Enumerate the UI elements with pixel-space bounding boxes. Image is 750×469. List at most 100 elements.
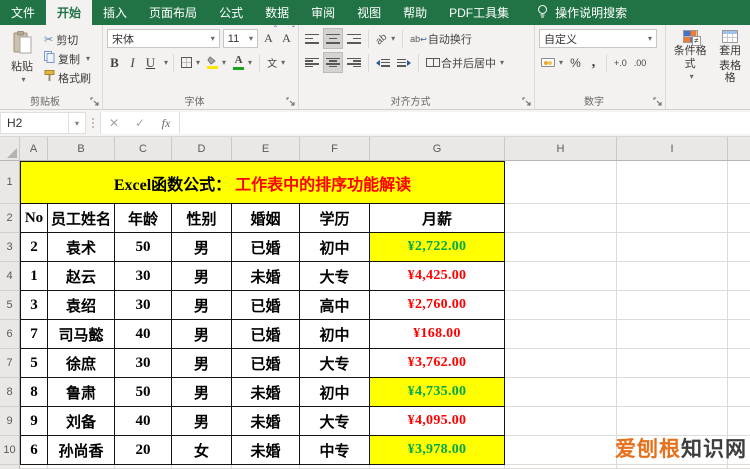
cell-education[interactable]: 初中 — [300, 233, 370, 262]
increase-indent-button[interactable] — [395, 53, 413, 72]
column-header-e[interactable]: E — [232, 137, 300, 160]
empty-cell[interactable] — [505, 233, 617, 262]
header-name[interactable]: 员工姓名 — [48, 204, 115, 233]
cell-no[interactable]: 9 — [20, 407, 48, 436]
cell-gender[interactable]: 女 — [172, 436, 232, 465]
decrease-decimal-button[interactable] — [632, 53, 649, 72]
phonetic-guide-button[interactable]: 文 ▾ — [265, 53, 287, 72]
cell-gender[interactable]: 男 — [172, 349, 232, 378]
tell-me-search[interactable]: 操作说明搜索 — [536, 0, 627, 25]
shrink-font-button[interactable]: A — [279, 24, 294, 48]
tab-file[interactable]: 文件 — [0, 0, 46, 25]
cell-marital[interactable]: 已婚 — [232, 349, 300, 378]
bold-button[interactable]: B — [107, 53, 122, 72]
align-left-button[interactable] — [303, 53, 321, 72]
column-header-h[interactable]: H — [505, 137, 617, 160]
column-header-g[interactable]: G — [370, 137, 505, 160]
conditional-formatting-button[interactable]: 条件格式 ▾ — [670, 29, 710, 86]
cell-age[interactable]: 20 — [115, 436, 172, 465]
empty-cell[interactable] — [617, 407, 728, 436]
empty-cell[interactable] — [617, 262, 728, 291]
header-marital[interactable]: 婚姻 — [232, 204, 300, 233]
cell-marital[interactable]: 未婚 — [232, 262, 300, 291]
cell-name[interactable]: 鲁肃 — [48, 378, 115, 407]
cell-education[interactable]: 高中 — [300, 291, 370, 320]
cell-salary[interactable]: ¥3,762.00 — [370, 349, 505, 378]
cell-salary[interactable]: ¥2,760.00 — [370, 291, 505, 320]
number-format-combobox[interactable]: 自定义 ▾ — [539, 29, 657, 48]
empty-cell[interactable] — [505, 161, 617, 204]
empty-cell[interactable] — [728, 378, 750, 407]
orientation-button[interactable]: ▾ — [374, 29, 397, 48]
cell-marital[interactable]: 已婚 — [232, 233, 300, 262]
header-gender[interactable]: 性别 — [172, 204, 232, 233]
column-header-f[interactable]: F — [300, 137, 370, 160]
header-age[interactable]: 年龄 — [115, 204, 172, 233]
cell-marital[interactable]: 未婚 — [232, 407, 300, 436]
cell-salary[interactable]: ¥3,978.00 — [370, 436, 505, 465]
cell-no[interactable]: 3 — [20, 291, 48, 320]
row-header-2[interactable]: 2 — [0, 204, 20, 233]
font-color-button[interactable]: A ▾ — [231, 53, 254, 72]
fill-color-button[interactable]: ▾ — [205, 53, 228, 72]
dialog-launcher-icon[interactable] — [286, 97, 296, 107]
cell-no[interactable]: 1 — [20, 262, 48, 291]
cell-gender[interactable]: 男 — [172, 262, 232, 291]
cut-button[interactable]: ✂ 剪切 — [44, 31, 91, 48]
chevron-down-icon[interactable]: ▾ — [68, 113, 85, 133]
column-header-i[interactable]: I — [617, 137, 728, 160]
decrease-indent-button[interactable] — [374, 53, 392, 72]
cell-no[interactable]: 8 — [20, 378, 48, 407]
font-size-combobox[interactable]: 11 ▾ — [222, 29, 258, 48]
percent-style-button[interactable]: % — [568, 53, 583, 72]
tab-view[interactable]: 视图 — [346, 0, 392, 25]
row-header-9[interactable]: 9 — [0, 407, 20, 436]
cell-marital[interactable]: 未婚 — [232, 378, 300, 407]
top-align-button[interactable] — [303, 29, 321, 48]
empty-cell[interactable] — [728, 407, 750, 436]
cell-age[interactable]: 50 — [115, 378, 172, 407]
cell-gender[interactable]: 男 — [172, 291, 232, 320]
name-box[interactable]: H2 ▾ — [0, 112, 86, 134]
cell-no[interactable]: 5 — [20, 349, 48, 378]
empty-cell[interactable] — [728, 233, 750, 262]
cell-name[interactable]: 司马懿 — [48, 320, 115, 349]
formula-bar-grip[interactable] — [86, 110, 100, 136]
middle-align-button[interactable] — [323, 28, 343, 49]
tab-formulas[interactable]: 公式 — [208, 0, 254, 25]
dialog-launcher-icon[interactable] — [90, 97, 100, 107]
empty-cell[interactable] — [617, 291, 728, 320]
empty-cell[interactable] — [728, 204, 750, 233]
cell-gender[interactable]: 男 — [172, 407, 232, 436]
cell-salary[interactable]: ¥4,425.00 — [370, 262, 505, 291]
comma-style-button[interactable]: , — [586, 53, 601, 72]
empty-cell[interactable] — [505, 349, 617, 378]
row-header-4[interactable]: 4 — [0, 262, 20, 291]
sheet-title-cell[interactable]: Excel函数公式： 工作表中的排序功能解读 — [20, 161, 505, 204]
align-center-button[interactable] — [323, 52, 343, 73]
empty-cell[interactable] — [505, 320, 617, 349]
tab-home[interactable]: 开始 — [46, 0, 93, 25]
header-education[interactable]: 学历 — [300, 204, 370, 233]
row-header-1[interactable]: 1 — [0, 161, 20, 204]
paste-button[interactable]: 粘贴 ▾ — [4, 29, 40, 95]
underline-button[interactable]: U — [143, 53, 158, 72]
empty-cell[interactable] — [617, 465, 728, 469]
formula-input[interactable] — [179, 112, 750, 134]
cell-marital[interactable]: 已婚 — [232, 291, 300, 320]
row-header-7[interactable]: 7 — [0, 349, 20, 378]
empty-cell[interactable] — [505, 465, 617, 469]
cell-name[interactable]: 赵云 — [48, 262, 115, 291]
cell-education[interactable]: 中专 — [300, 436, 370, 465]
row-header-8[interactable]: 8 — [0, 378, 20, 407]
empty-cell[interactable] — [172, 465, 232, 469]
cell-salary[interactable]: ¥4,735.00 — [370, 378, 505, 407]
empty-cell[interactable] — [617, 161, 728, 204]
cell-age[interactable]: 50 — [115, 233, 172, 262]
cell-gender[interactable]: 男 — [172, 320, 232, 349]
empty-cell[interactable] — [370, 465, 505, 469]
empty-cell[interactable] — [617, 320, 728, 349]
cell-age[interactable]: 40 — [115, 407, 172, 436]
empty-cell[interactable] — [505, 436, 617, 465]
copy-button[interactable]: 复制 ▾ — [44, 50, 91, 67]
